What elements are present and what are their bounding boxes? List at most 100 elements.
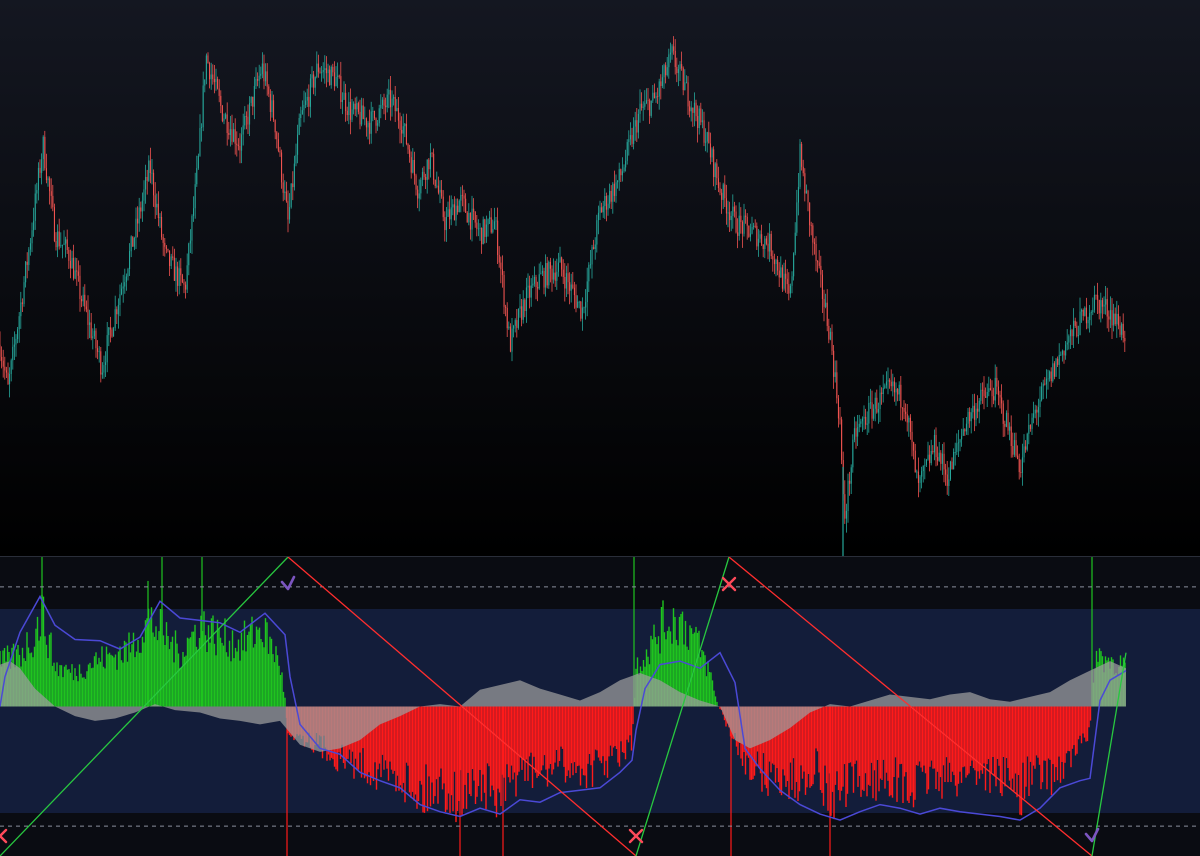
- candle-body: [889, 380, 891, 382]
- candle-body: [737, 232, 739, 236]
- candle-body: [657, 96, 659, 97]
- candle-body: [706, 132, 708, 142]
- candle-body: [113, 328, 115, 337]
- candle-body: [557, 262, 559, 272]
- candle-body: [724, 184, 726, 199]
- candle-body: [818, 262, 820, 266]
- candle-body: [756, 225, 758, 247]
- candle-body: [124, 282, 126, 287]
- candle-body: [1053, 363, 1055, 377]
- candle-body: [353, 103, 355, 110]
- candle-body: [207, 55, 209, 63]
- candle-body: [772, 256, 774, 260]
- candle-body: [973, 405, 975, 420]
- candle-body: [1073, 320, 1075, 337]
- candle-body: [5, 370, 7, 373]
- candle-body: [194, 184, 196, 209]
- candle-body: [713, 149, 715, 178]
- candle-body: [618, 169, 620, 181]
- candle-body: [169, 250, 171, 266]
- candle-body: [1093, 294, 1095, 310]
- candle-body: [817, 261, 819, 263]
- candle-body: [1023, 446, 1025, 458]
- candle-body: [637, 113, 639, 133]
- candle-body: [799, 143, 801, 187]
- candle-body: [786, 278, 788, 285]
- candle-body: [37, 167, 39, 191]
- candle: [781, 264, 783, 292]
- candle-body: [213, 79, 215, 83]
- candle-body: [1018, 459, 1020, 473]
- candle-body: [937, 457, 939, 461]
- candle-body: [642, 106, 644, 108]
- candle-body: [129, 251, 131, 269]
- candle-body: [399, 120, 401, 130]
- candle-body: [761, 234, 763, 245]
- candle-body: [660, 81, 662, 86]
- candle-body: [196, 168, 198, 185]
- candle-body: [114, 309, 116, 329]
- candle-body: [941, 453, 943, 464]
- candle-body: [538, 274, 540, 289]
- candle-body: [188, 243, 190, 266]
- candle-body: [733, 206, 735, 212]
- candle-body: [751, 227, 753, 234]
- candle-body: [545, 263, 547, 288]
- candle-body: [407, 144, 409, 150]
- candle-body: [279, 150, 281, 153]
- candle-body: [885, 381, 887, 386]
- candle-body: [1071, 330, 1073, 337]
- candle: [580, 301, 582, 322]
- candle-body: [933, 435, 935, 453]
- candle-body: [585, 302, 587, 308]
- candle: [756, 222, 758, 250]
- candle-body: [365, 118, 367, 128]
- candle-body: [495, 220, 497, 222]
- candle-body: [341, 99, 343, 103]
- candle-body: [821, 274, 823, 299]
- candle-body: [21, 302, 23, 304]
- candle-body: [681, 64, 683, 69]
- candle-body: [717, 178, 719, 189]
- candle-body: [484, 219, 486, 237]
- candle-body: [301, 110, 303, 115]
- candle-body: [741, 221, 743, 234]
- candle-body: [284, 191, 286, 193]
- candle-body: [753, 225, 755, 227]
- candle-body: [314, 77, 316, 88]
- candle-body: [127, 269, 129, 277]
- candle-body: [839, 418, 841, 420]
- candle-body: [351, 109, 353, 120]
- candle-body: [922, 465, 924, 472]
- candle-body: [668, 54, 670, 68]
- candle-body: [1021, 457, 1023, 473]
- candle-body: [597, 212, 599, 221]
- candle-body: [317, 63, 319, 72]
- candle-body: [121, 288, 123, 295]
- candle-body: [1049, 371, 1051, 379]
- candle-body: [549, 261, 551, 269]
- candle-body: [745, 215, 747, 217]
- candle-body: [828, 326, 830, 340]
- candle-body: [157, 203, 159, 218]
- candle-body: [258, 75, 260, 81]
- candle: [748, 225, 750, 238]
- candle-body: [956, 443, 958, 452]
- candle-body: [84, 294, 86, 307]
- candle-body: [980, 389, 982, 401]
- candle-body: [765, 238, 767, 244]
- candle-body: [225, 114, 227, 119]
- candle-body: [241, 134, 243, 151]
- candle-body: [967, 411, 969, 424]
- candle-body: [103, 365, 105, 373]
- candle-body: [905, 411, 907, 414]
- candle-body: [1103, 304, 1105, 307]
- candle-body: [578, 301, 580, 303]
- candle-body: [31, 230, 33, 244]
- candle-body: [97, 348, 99, 352]
- candle-body: [743, 215, 745, 234]
- candle-body: [161, 217, 163, 238]
- candle-body: [1029, 424, 1031, 429]
- candle-body: [111, 329, 113, 337]
- candle-body: [537, 287, 539, 289]
